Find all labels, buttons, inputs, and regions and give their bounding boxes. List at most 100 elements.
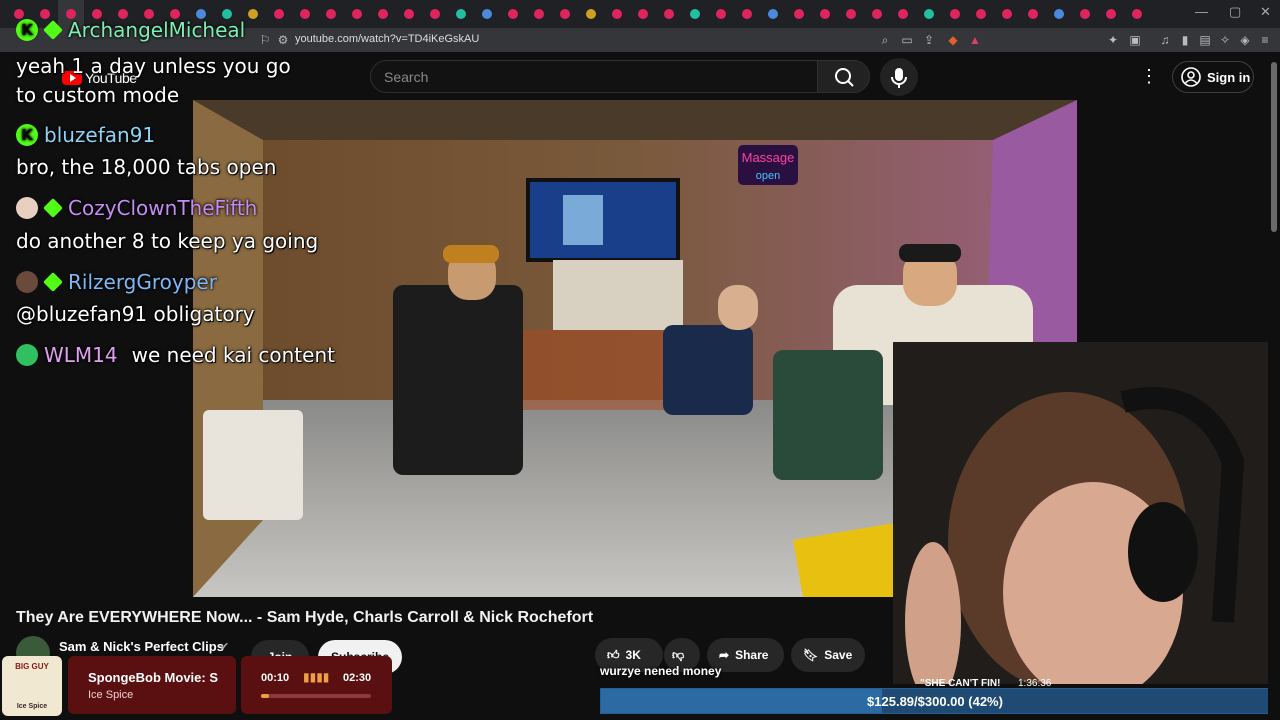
username-text: CozyClownTheFifth	[68, 196, 258, 220]
webcam-feed	[893, 342, 1280, 684]
tab-favicon-icon	[664, 9, 674, 19]
sidebar-icon[interactable]: ▮	[1178, 33, 1192, 47]
bookmark-icon[interactable]: ⚐	[258, 33, 272, 47]
browser-tab[interactable]	[786, 0, 812, 28]
tab-favicon-icon	[820, 9, 830, 19]
tab-favicon-icon	[612, 9, 622, 19]
browser-tab[interactable]	[1020, 0, 1046, 28]
tab-favicon-icon	[508, 9, 518, 19]
chat-message: CozyClownTheFifth	[16, 196, 257, 220]
tab-favicon-icon	[716, 9, 726, 19]
browser-tab[interactable]	[552, 0, 578, 28]
share-label: Share	[735, 648, 769, 662]
browser-tab[interactable]	[1098, 0, 1124, 28]
tab-favicon-icon	[898, 9, 908, 19]
menu-icon[interactable]: ≡	[1258, 33, 1272, 47]
tab-favicon-icon	[404, 9, 414, 19]
browser-tab[interactable]	[890, 0, 916, 28]
browser-tab[interactable]	[760, 0, 786, 28]
browser-tab[interactable]	[370, 0, 396, 28]
browser-tab[interactable]	[604, 0, 630, 28]
video-title: They Are EVERYWHERE Now... - Sam Hyde, C…	[16, 609, 594, 626]
site-info-icon[interactable]: ⚙	[276, 33, 290, 47]
donation-goal-bar: $125.89/$300.00 (42%)	[600, 688, 1270, 714]
vpn-icon[interactable]: ◈	[1238, 33, 1252, 47]
browser-tab[interactable]	[942, 0, 968, 28]
browser-tab[interactable]	[864, 0, 890, 28]
browser-tab[interactable]	[968, 0, 994, 28]
browser-tab[interactable]	[630, 0, 656, 28]
minimize-icon[interactable]: —	[1195, 4, 1208, 19]
browser-tab[interactable]	[500, 0, 526, 28]
webcam-image	[893, 342, 1280, 684]
thumbs-down-icon: 👎︎	[672, 647, 685, 662]
browser-tab[interactable]	[422, 0, 448, 28]
media-icon[interactable]: ♫	[1158, 33, 1172, 47]
browser-tab[interactable]	[656, 0, 682, 28]
cast-icon[interactable]: ▭	[900, 33, 914, 47]
tab-search-icon[interactable]: ▣	[1128, 33, 1142, 47]
chat-message: RilzergGroyper	[16, 270, 217, 294]
equalizer-icon: ▮▮▮▮	[303, 670, 330, 684]
zoom-icon[interactable]: ⌕	[878, 33, 892, 47]
browser-tab[interactable]	[292, 0, 318, 28]
maximize-icon[interactable]: ▢	[1229, 4, 1241, 20]
browser-tab[interactable]	[344, 0, 370, 28]
username-text: ArchangelMicheal	[68, 18, 246, 42]
browser-tab[interactable]	[448, 0, 474, 28]
chat-message-text: we need kai content	[131, 343, 335, 367]
browser-tab[interactable]	[266, 0, 292, 28]
album-brand-line2: Ice Spice	[16, 703, 48, 710]
browser-tab[interactable]	[916, 0, 942, 28]
page-scrollbar[interactable]	[1268, 52, 1280, 720]
browser-tab[interactable]	[682, 0, 708, 28]
browser-tab[interactable]	[474, 0, 500, 28]
tab-favicon-icon	[924, 9, 934, 19]
chat-message-text: @bluzefan91 obligatory	[16, 302, 255, 326]
browser-tab[interactable]	[1124, 0, 1150, 28]
voice-search-button[interactable]	[880, 58, 918, 96]
browser-tab[interactable]	[526, 0, 552, 28]
progress-track	[261, 694, 371, 698]
user-avatar-icon	[16, 344, 38, 366]
leo-icon[interactable]: ✧	[1218, 33, 1232, 47]
wallet-icon[interactable]: ▤	[1198, 33, 1212, 47]
browser-tab[interactable]	[318, 0, 344, 28]
scrollbar-thumb[interactable]	[1271, 62, 1277, 232]
browser-tab[interactable]	[994, 0, 1020, 28]
extensions-icon[interactable]: ✦	[1106, 33, 1120, 47]
username-text: WLM14	[44, 343, 118, 367]
like-count: 3K	[625, 648, 641, 662]
save-label: Save	[824, 648, 853, 662]
chat-message: K ArchangelMicheal	[16, 18, 245, 42]
more-options-icon[interactable]: ⋮	[1138, 64, 1160, 88]
sign-in-button[interactable]: Sign in	[1172, 61, 1254, 93]
brave-shield-icon[interactable]: ◆	[946, 33, 960, 47]
rewards-icon[interactable]: ▲	[968, 33, 982, 47]
browser-tab[interactable]	[1046, 0, 1072, 28]
search-button[interactable]	[817, 60, 870, 93]
time-total: 02:30	[343, 672, 372, 684]
browser-tab[interactable]	[734, 0, 760, 28]
tab-favicon-icon	[742, 9, 752, 19]
browser-tab[interactable]	[1072, 0, 1098, 28]
time-current: 00:10	[261, 672, 290, 684]
channel-name[interactable]: Sam & Nick's Perfect Clips	[59, 639, 224, 654]
chat-username: K bluzefan91	[16, 123, 155, 147]
browser-tab[interactable]	[396, 0, 422, 28]
chat-message-text: do another 8 to keep ya going	[16, 229, 319, 253]
search-box	[370, 60, 818, 93]
close-window-icon[interactable]: ✕	[1260, 4, 1271, 20]
tab-favicon-icon	[846, 9, 856, 19]
browser-tab[interactable]	[578, 0, 604, 28]
browser-tab[interactable]	[708, 0, 734, 28]
browser-tab[interactable]	[838, 0, 864, 28]
save-button[interactable]: 🔖︎ Save	[791, 638, 865, 672]
share-page-icon[interactable]: ⇪	[922, 33, 936, 47]
svg-text:open: open	[756, 170, 780, 182]
browser-tab[interactable]	[812, 0, 838, 28]
tab-favicon-icon	[794, 9, 804, 19]
url-field[interactable]: youtube.com/watch?v=TD4iKeGskAU	[295, 33, 479, 45]
search-input[interactable]	[371, 61, 817, 92]
subscriber-badge-icon	[44, 273, 62, 291]
